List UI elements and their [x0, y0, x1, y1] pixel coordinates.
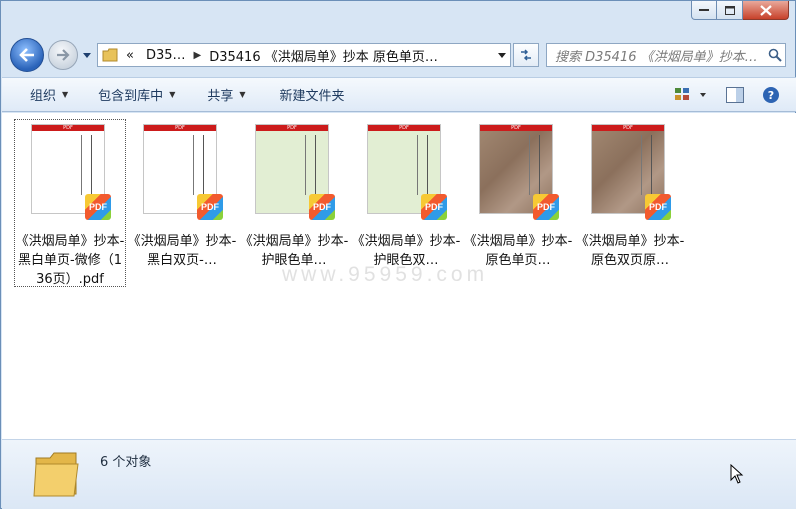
- view-controls: ?: [672, 85, 782, 105]
- recent-pages-dropdown[interactable]: [82, 50, 92, 60]
- file-name: 《洪烟局单》抄本-黑白单页-微修（136页）.pdf: [15, 234, 125, 287]
- minimize-button[interactable]: [691, 1, 717, 20]
- explorer-window: « D35… ▶ D35416 《洪烟局单》抄本 原色单页… 搜索 D35416…: [0, 0, 796, 509]
- breadcrumb-segment-parent[interactable]: D35…: [140, 48, 192, 63]
- forward-arrow-icon: [57, 49, 70, 61]
- file-item[interactable]: PDF PDF 《洪烟局单》抄本-黑白双页-…: [126, 119, 238, 287]
- file-name: 《洪烟局单》抄本-护眼色双…: [351, 234, 461, 268]
- navigation-bar: « D35… ▶ D35416 《洪烟局单》抄本 原色单页… 搜索 D35416…: [1, 35, 795, 73]
- details-pane: 6 个对象: [2, 439, 796, 509]
- help-button[interactable]: ?: [760, 85, 782, 105]
- address-dropdown[interactable]: [494, 52, 510, 58]
- file-name: 《洪烟局单》抄本-原色单页…: [463, 234, 573, 268]
- view-options-icon: [675, 88, 706, 100]
- file-item[interactable]: PDF PDF 《洪烟局单》抄本-护眼色单…: [238, 119, 350, 287]
- pdf-icon: PDF: [645, 194, 671, 220]
- forward-button[interactable]: [48, 40, 78, 70]
- file-name: 《洪烟局单》抄本-护眼色单…: [239, 234, 349, 268]
- mouse-cursor-icon: [730, 464, 744, 484]
- new-folder-label: 新建文件夹: [279, 89, 345, 104]
- close-button[interactable]: [743, 1, 789, 20]
- search-icon[interactable]: [765, 48, 785, 62]
- back-arrow-icon: [19, 48, 34, 62]
- maximize-button[interactable]: [717, 1, 743, 20]
- chevron-down-icon: [498, 52, 506, 58]
- file-item[interactable]: PDF PDF 《洪烟局单》抄本-原色双页原…: [574, 119, 686, 287]
- address-overflow[interactable]: «: [120, 48, 140, 63]
- chevron-down-icon: ▼: [239, 90, 246, 99]
- chevron-down-icon: ▼: [62, 90, 69, 99]
- share-label: 共享: [207, 89, 234, 104]
- file-item[interactable]: PDF PDF 《洪烟局单》抄本-原色单页…: [462, 119, 574, 287]
- include-in-library-button[interactable]: 包含到库中 ▼: [82, 85, 189, 104]
- refresh-button[interactable]: [513, 43, 539, 67]
- search-box[interactable]: 搜索 D35416 《洪烟局单》抄本…: [546, 43, 786, 67]
- file-items: PDF PDF 《洪烟局单》抄本-黑白单页-微修（136页）.pdf PDF PDF 《洪…: [14, 119, 686, 287]
- folder-icon: [102, 48, 118, 62]
- file-item[interactable]: PDF PDF 《洪烟局单》抄本-护眼色双…: [350, 119, 462, 287]
- change-view-button[interactable]: [672, 85, 710, 105]
- breadcrumb-separator-icon[interactable]: ▶: [192, 50, 204, 61]
- share-button[interactable]: 共享 ▼: [189, 85, 259, 104]
- item-count: 6 个对象: [100, 455, 152, 470]
- chevron-down-icon: ▼: [169, 90, 176, 99]
- include-library-label: 包含到库中: [98, 89, 164, 104]
- organize-menu-button[interactable]: 组织 ▼: [2, 85, 82, 104]
- chevron-down-icon: [83, 52, 91, 58]
- pdf-icon: PDF: [309, 194, 335, 220]
- folder-icon: [33, 452, 79, 497]
- command-bar: 组织 ▼ 包含到库中 ▼ 共享 ▼ 新建文件夹 ?: [2, 77, 796, 112]
- preview-pane-button[interactable]: [724, 85, 746, 105]
- maximize-icon: [724, 5, 735, 15]
- search-input[interactable]: 搜索 D35416 《洪烟局单》抄本…: [547, 46, 765, 65]
- help-icon: ?: [763, 87, 779, 103]
- preview-pane-icon: [726, 87, 744, 103]
- pdf-icon: PDF: [197, 194, 223, 220]
- minimize-icon: [699, 9, 709, 11]
- pdf-icon: PDF: [85, 194, 111, 220]
- refresh-icon: [521, 49, 531, 61]
- file-list-pane[interactable]: www.95959.com PDF PDF 《洪烟局单》抄本-黑白单页-微修（136…: [2, 113, 796, 439]
- file-name: 《洪烟局单》抄本-原色双页原…: [575, 234, 685, 268]
- close-icon: [759, 4, 772, 16]
- pdf-icon: PDF: [421, 194, 447, 220]
- breadcrumb-segment-current[interactable]: D35416 《洪烟局单》抄本 原色单页…: [203, 46, 444, 65]
- pdf-icon: PDF: [533, 194, 559, 220]
- svg-text:?: ?: [768, 89, 774, 102]
- organize-label: 组织: [30, 89, 57, 104]
- file-item[interactable]: PDF PDF 《洪烟局单》抄本-黑白单页-微修（136页）.pdf: [14, 119, 126, 287]
- address-bar[interactable]: « D35… ▶ D35416 《洪烟局单》抄本 原色单页…: [97, 43, 511, 67]
- new-folder-button[interactable]: 新建文件夹: [260, 85, 359, 104]
- file-name: 《洪烟局单》抄本-黑白双页-…: [127, 234, 237, 268]
- back-button[interactable]: [10, 38, 44, 72]
- caption-buttons: [691, 1, 789, 20]
